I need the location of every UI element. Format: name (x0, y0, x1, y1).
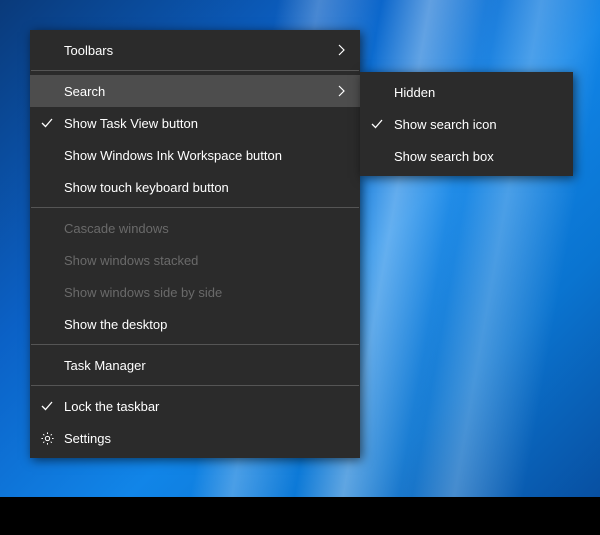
menu-label: Show windows stacked (64, 253, 328, 268)
taskbar-context-menu: Toolbars Search Show Task View button Sh… (30, 30, 360, 458)
submenu-item-show-search-icon[interactable]: Show search icon (360, 108, 573, 140)
checkmark-icon (30, 116, 64, 130)
menu-item-show-touch-keyboard[interactable]: Show touch keyboard button (30, 171, 360, 203)
submenu-chevron-icon (328, 85, 346, 97)
menu-label: Search (64, 84, 328, 99)
menu-separator (31, 385, 359, 386)
menu-label: Show Task View button (64, 116, 328, 131)
menu-separator (31, 207, 359, 208)
menu-item-show-task-view[interactable]: Show Task View button (30, 107, 360, 139)
menu-label: Show windows side by side (64, 285, 328, 300)
menu-label: Show search icon (394, 117, 559, 132)
checkmark-icon (360, 117, 394, 131)
menu-item-show-ink-workspace[interactable]: Show Windows Ink Workspace button (30, 139, 360, 171)
menu-separator (31, 70, 359, 71)
menu-item-show-stacked: Show windows stacked (30, 244, 360, 276)
menu-label: Show touch keyboard button (64, 180, 328, 195)
menu-item-task-manager[interactable]: Task Manager (30, 349, 360, 381)
menu-label: Task Manager (64, 358, 328, 373)
taskbar[interactable] (0, 497, 600, 535)
checkmark-icon (30, 399, 64, 413)
menu-label: Lock the taskbar (64, 399, 328, 414)
menu-item-settings[interactable]: Settings (30, 422, 360, 454)
menu-label: Hidden (394, 85, 559, 100)
submenu-item-hidden[interactable]: Hidden (360, 76, 573, 108)
menu-item-toolbars[interactable]: Toolbars (30, 34, 360, 66)
gear-icon (30, 431, 64, 446)
menu-separator (31, 344, 359, 345)
search-submenu: Hidden Show search icon Show search box (360, 72, 573, 176)
menu-label: Show the desktop (64, 317, 328, 332)
menu-item-show-side-by-side: Show windows side by side (30, 276, 360, 308)
submenu-item-show-search-box[interactable]: Show search box (360, 140, 573, 172)
menu-item-cascade-windows: Cascade windows (30, 212, 360, 244)
menu-label: Settings (64, 431, 328, 446)
desktop-background: Toolbars Search Show Task View button Sh… (0, 0, 600, 535)
menu-item-show-desktop[interactable]: Show the desktop (30, 308, 360, 340)
submenu-chevron-icon (328, 44, 346, 56)
menu-label: Show Windows Ink Workspace button (64, 148, 328, 163)
menu-item-lock-taskbar[interactable]: Lock the taskbar (30, 390, 360, 422)
menu-label: Cascade windows (64, 221, 328, 236)
menu-item-search[interactable]: Search (30, 75, 360, 107)
menu-label: Show search box (394, 149, 559, 164)
menu-label: Toolbars (64, 43, 328, 58)
